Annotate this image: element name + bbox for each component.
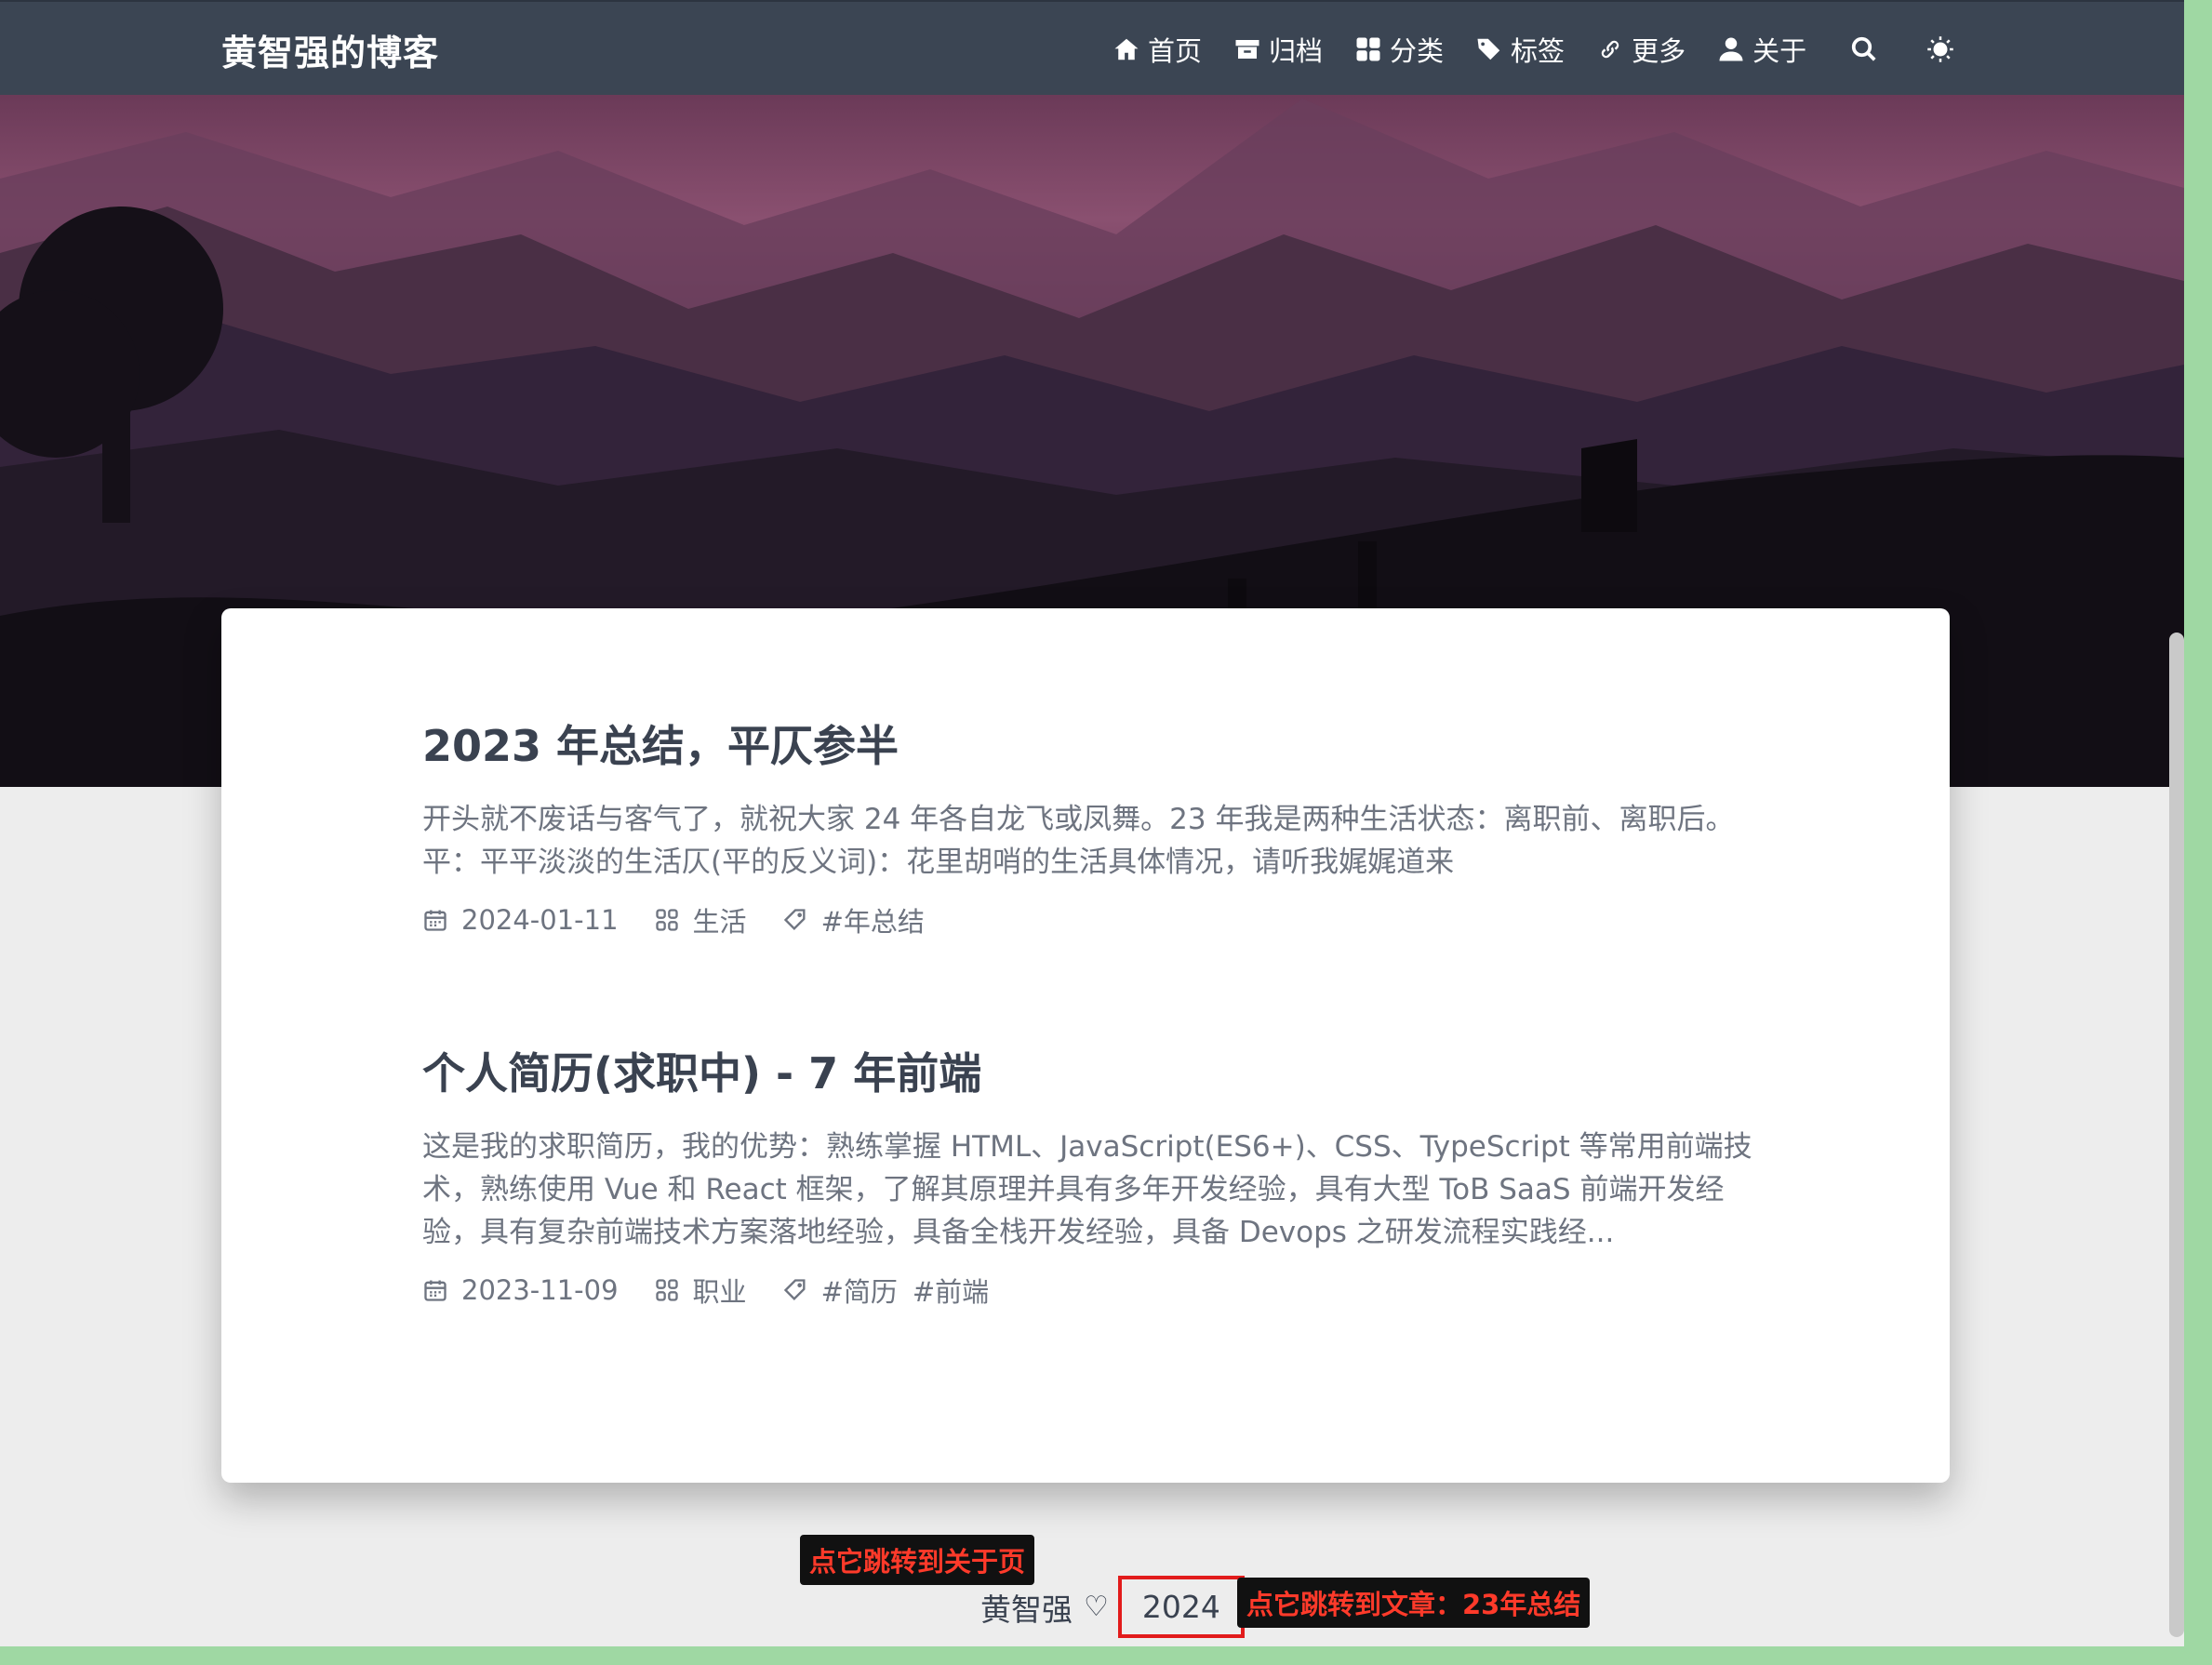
annotation-article: 点它跳转到文章：23年总结 bbox=[1237, 1578, 1591, 1628]
category-icon bbox=[655, 1279, 678, 1301]
main-nav: 首页 归档 分类 标签 更多 关于 bbox=[1113, 30, 1991, 69]
nav-categories-label: 分类 bbox=[1390, 35, 1445, 67]
grid-icon bbox=[1356, 37, 1380, 61]
post-tag[interactable]: #年总结 bbox=[821, 900, 925, 939]
post-item: 个人简历(求职中) - 7 年前端 这是我的求职简历，我的优势：熟练掌握 HTM… bbox=[422, 1040, 1762, 1310]
footer-author-link[interactable]: 黄智强 bbox=[980, 1585, 1073, 1630]
search-button[interactable] bbox=[1847, 33, 1881, 66]
home-icon bbox=[1114, 38, 1139, 60]
post-title-link[interactable]: 2023 年总结，平仄参半 bbox=[422, 713, 1762, 774]
calendar-icon bbox=[424, 1280, 446, 1301]
user-icon bbox=[1719, 37, 1743, 61]
post-list-card: 2023 年总结，平仄参半 开头就不废话与客气了，就祝大家 24 年各自龙飞或凤… bbox=[221, 608, 1950, 1483]
nav-more-label: 更多 bbox=[1632, 35, 1686, 67]
nav-categories[interactable]: 分类 bbox=[1354, 30, 1444, 69]
annotation-about: 点它跳转到关于页 bbox=[800, 1535, 1035, 1585]
post-tags: #简历 #前端 bbox=[782, 1271, 1005, 1310]
post-category[interactable]: 生活 bbox=[654, 900, 747, 939]
post-date-text: 2023-11-09 bbox=[461, 1274, 619, 1306]
site-title[interactable]: 黄智强的博客 bbox=[221, 24, 439, 75]
nav-home[interactable]: 首页 bbox=[1113, 30, 1202, 69]
tag-icon bbox=[783, 909, 806, 930]
post-item: 2023 年总结，平仄参半 开头就不废话与客气了，就祝大家 24 年各自龙飞或凤… bbox=[422, 713, 1762, 939]
post-category[interactable]: 职业 bbox=[654, 1271, 747, 1310]
nav-more[interactable]: 更多 bbox=[1596, 30, 1686, 69]
nav-archive-label: 归档 bbox=[1269, 35, 1324, 67]
navbar: 黄智强的博客 首页 归档 分类 标签 更多 关于 bbox=[0, 0, 2184, 95]
nav-home-label: 首页 bbox=[1148, 35, 1203, 67]
post-date: 2023-11-09 bbox=[422, 1274, 619, 1306]
search-icon bbox=[1851, 36, 1876, 61]
post-meta: 2024-01-11 生活 #年总结 bbox=[422, 900, 1762, 939]
post-category-text: 职业 bbox=[692, 1276, 747, 1308]
browser-window: 黄智强的博客 首页 归档 分类 标签 更多 关于 2023 年总结，平仄参半 开… bbox=[0, 0, 2184, 1646]
post-tag[interactable]: #简历 bbox=[821, 1271, 898, 1310]
scrollbar[interactable] bbox=[2169, 633, 2184, 1637]
nav-about[interactable]: 关于 bbox=[1717, 30, 1806, 69]
nav-tags-label: 标签 bbox=[1511, 35, 1566, 67]
nav-tags[interactable]: 标签 bbox=[1475, 30, 1565, 69]
site-footer: 黄智强 ♡ 2024 bbox=[980, 1576, 1245, 1638]
nav-about-label: 关于 bbox=[1752, 35, 1807, 67]
theme-toggle-button[interactable] bbox=[1924, 33, 1957, 66]
sun-icon bbox=[1927, 36, 1953, 62]
post-date: 2024-01-11 bbox=[422, 904, 619, 936]
post-tags: #年总结 bbox=[782, 900, 939, 939]
category-icon bbox=[655, 909, 678, 931]
post-tag[interactable]: #前端 bbox=[913, 1271, 989, 1310]
link-icon bbox=[1601, 40, 1619, 59]
post-excerpt: 开头就不废话与客气了，就祝大家 24 年各自龙飞或凤舞。23 年我是两种生活状态… bbox=[422, 803, 1735, 879]
tag-icon bbox=[783, 1279, 806, 1300]
post-meta: 2023-11-09 职业 #简历 #前端 bbox=[422, 1271, 1762, 1310]
archive-icon bbox=[1235, 40, 1259, 59]
heart-icon: ♡ bbox=[1084, 1591, 1109, 1623]
post-category-text: 生活 bbox=[692, 906, 747, 938]
footer-year-link[interactable]: 2024 bbox=[1117, 1576, 1245, 1638]
tags-icon bbox=[1477, 38, 1500, 60]
post-date-text: 2024-01-11 bbox=[461, 904, 619, 936]
nav-archive[interactable]: 归档 bbox=[1233, 30, 1323, 69]
post-excerpt: 这是我的求职简历，我的优势：熟练掌握 HTML、JavaScript(ES6+)… bbox=[422, 1130, 1752, 1249]
calendar-icon bbox=[424, 910, 446, 931]
post-title-link[interactable]: 个人简历(求职中) - 7 年前端 bbox=[422, 1040, 1762, 1101]
